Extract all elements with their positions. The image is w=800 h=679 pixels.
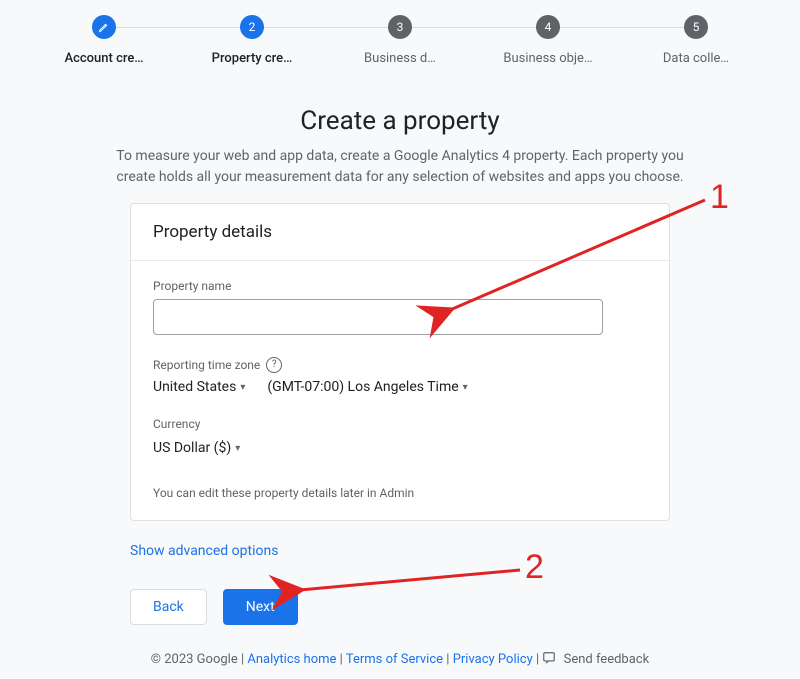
currency-label: Currency bbox=[153, 417, 647, 431]
currency-dropdown[interactable]: US Dollar ($) ▾ bbox=[153, 440, 240, 456]
step-account[interactable]: Account cre… bbox=[30, 15, 178, 66]
step-business-details[interactable]: 3 Business d… bbox=[326, 15, 474, 66]
tos-link[interactable]: Terms of Service bbox=[346, 652, 443, 667]
page-title: Create a property bbox=[60, 106, 740, 136]
page-intro: To measure your web and app data, create… bbox=[110, 146, 690, 188]
help-icon[interactable]: ? bbox=[266, 357, 282, 373]
back-button[interactable]: Back bbox=[130, 589, 207, 625]
main-content: Create a property To measure your web an… bbox=[0, 76, 800, 625]
send-feedback-link[interactable]: Send feedback bbox=[564, 652, 650, 667]
chevron-down-icon: ▾ bbox=[235, 443, 240, 454]
chevron-down-icon: ▾ bbox=[240, 382, 245, 393]
time-zone-country-dropdown[interactable]: United States ▾ bbox=[153, 379, 245, 395]
step-label: Property cre… bbox=[212, 51, 293, 66]
annotation-label-2: 2 bbox=[525, 548, 544, 587]
time-zone-value-dropdown[interactable]: (GMT-07:00) Los Angeles Time ▾ bbox=[267, 379, 467, 395]
annotation-label-1: 1 bbox=[710, 178, 729, 217]
time-zone-label: Reporting time zone bbox=[153, 358, 260, 372]
step-business-objective[interactable]: 4 Business obje… bbox=[474, 15, 622, 66]
step-number: 3 bbox=[388, 15, 412, 39]
stepper: Account cre… 2 Property cre… 3 Business … bbox=[0, 0, 800, 76]
property-name-label: Property name bbox=[153, 279, 647, 293]
step-label: Business obje… bbox=[503, 51, 592, 66]
card-header: Property details bbox=[131, 204, 669, 261]
button-row: Back Next bbox=[130, 589, 670, 625]
property-details-card: Property details Property name Reporting… bbox=[130, 203, 670, 521]
step-label: Business d… bbox=[364, 51, 436, 66]
pencil-icon bbox=[92, 15, 116, 39]
edit-later-note: You can edit these property details late… bbox=[153, 486, 647, 500]
chevron-down-icon: ▾ bbox=[463, 382, 468, 393]
step-number: 2 bbox=[240, 15, 264, 39]
step-property[interactable]: 2 Property cre… bbox=[178, 15, 326, 66]
step-number: 5 bbox=[684, 15, 708, 39]
footer: © 2023 Google | Analytics home | Terms o… bbox=[0, 651, 800, 669]
copyright: © 2023 Google bbox=[151, 652, 238, 667]
show-advanced-options-link[interactable]: Show advanced options bbox=[130, 543, 670, 559]
property-name-input[interactable] bbox=[153, 299, 603, 335]
step-label: Account cre… bbox=[64, 51, 143, 66]
analytics-home-link[interactable]: Analytics home bbox=[247, 652, 336, 667]
next-button[interactable]: Next bbox=[223, 589, 298, 625]
privacy-link[interactable]: Privacy Policy bbox=[453, 652, 533, 667]
step-label: Data colle… bbox=[663, 51, 729, 66]
step-data-collection[interactable]: 5 Data colle… bbox=[622, 15, 770, 66]
feedback-icon bbox=[542, 651, 556, 669]
step-number: 4 bbox=[536, 15, 560, 39]
